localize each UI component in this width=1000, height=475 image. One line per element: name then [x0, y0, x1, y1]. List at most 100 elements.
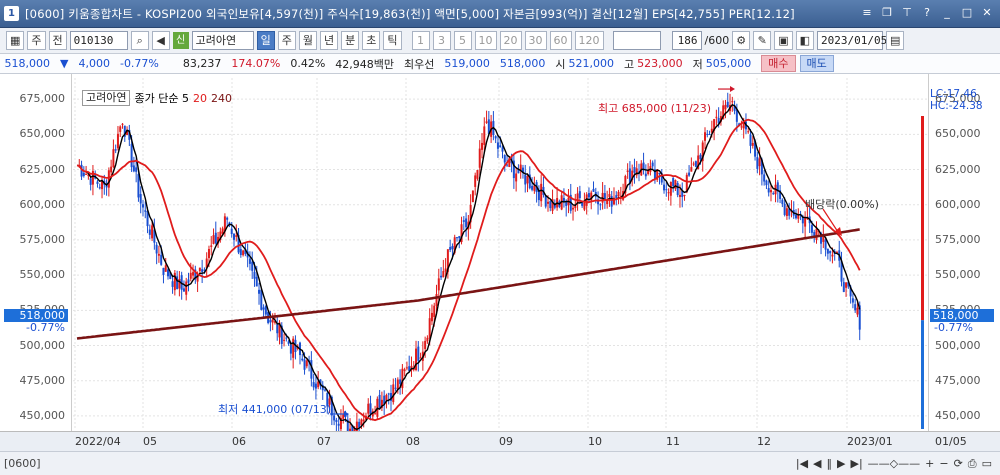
close-icon[interactable]: ✕ — [980, 6, 994, 20]
candle-body — [763, 174, 766, 182]
candle-body — [578, 191, 581, 199]
current-price: 518,000 — [4, 57, 51, 70]
prev-icon[interactable]: ◀ — [813, 457, 821, 471]
app-icon: 1 — [4, 6, 19, 21]
candle-body — [285, 337, 288, 339]
candle-body — [121, 123, 124, 125]
low-annotation: 최저 441,000 (07/13) — [218, 403, 332, 416]
interval-60[interactable]: 60 — [549, 31, 572, 50]
search-icon[interactable]: ⌕ — [130, 31, 149, 50]
first-icon[interactable]: |◀ — [796, 457, 808, 471]
best-bid: 518,000 — [499, 57, 546, 70]
chart-type-select[interactable]: 주 — [27, 31, 46, 50]
tab-month[interactable]: 월 — [298, 31, 318, 50]
candle-body — [795, 214, 798, 219]
candle-body — [405, 367, 408, 369]
zoom-out-icon[interactable]: − — [939, 457, 948, 471]
candle-body — [599, 204, 602, 206]
tab-day[interactable]: 일 — [256, 31, 275, 50]
date-input[interactable]: 2023/01/05 — [817, 31, 887, 50]
interval-20[interactable]: 20 — [499, 31, 522, 50]
lock-icon[interactable]: ◧ — [795, 31, 815, 50]
candle-body — [242, 250, 245, 256]
interval-10[interactable]: 10 — [474, 31, 497, 50]
help-icon[interactable]: ? — [920, 6, 934, 20]
candle-body — [699, 154, 702, 160]
print-icon[interactable]: ⎙ — [968, 457, 977, 471]
zoom-slider[interactable]: ——◇—— — [868, 457, 920, 471]
tab-tick[interactable]: 틱 — [383, 31, 402, 50]
candle-body — [658, 173, 661, 175]
high-label: 고 — [624, 57, 635, 71]
candle-body — [503, 154, 506, 163]
tab-second[interactable]: 초 — [362, 31, 381, 50]
last-icon[interactable]: ▶| — [850, 457, 862, 471]
trade-amount: 42,948백만 — [335, 57, 395, 71]
interval-120[interactable]: 120 — [574, 31, 604, 50]
refresh-icon[interactable]: ⟳ — [954, 457, 963, 471]
x-tick: 01/05 — [935, 435, 967, 448]
candle-body — [531, 185, 534, 190]
interval-3[interactable]: 3 — [432, 31, 451, 50]
candle-body — [715, 116, 718, 118]
candle-body — [856, 307, 859, 315]
best-ask-label: 최우선 — [404, 57, 435, 71]
candle-body — [494, 136, 497, 139]
candle-body — [465, 218, 468, 228]
candle-body — [462, 220, 465, 222]
candle-body — [271, 319, 274, 323]
speaker-icon[interactable]: ◀ — [151, 31, 170, 50]
candle-body — [458, 236, 461, 239]
sell-button[interactable]: 매도 — [799, 55, 834, 72]
right-y-tick: 575,000 — [935, 232, 981, 246]
minimize-icon[interactable]: _ — [940, 6, 954, 20]
interval-5[interactable]: 5 — [453, 31, 472, 50]
candle-body — [399, 379, 402, 384]
interval-1[interactable]: 1 — [411, 31, 430, 50]
grid-icon[interactable]: ▦ — [6, 31, 25, 50]
pin-icon[interactable]: ⊤ — [900, 6, 914, 20]
count-input[interactable]: 186 — [671, 31, 702, 50]
settings-icon[interactable]: ⚙ — [732, 31, 751, 50]
range-bar-down — [921, 320, 924, 429]
candle-body — [758, 158, 761, 167]
zoom-in-icon[interactable]: + — [925, 457, 934, 471]
restore-icon[interactable]: ❐ — [880, 6, 894, 20]
legend-stock-name[interactable]: 고려아연 — [82, 90, 131, 106]
window-list-icon[interactable]: ▭ — [982, 457, 992, 471]
candle-body — [157, 253, 160, 256]
best-ask: 519,000 — [444, 57, 490, 70]
low-price: 505,000 — [705, 57, 752, 70]
menu-icon[interactable]: ≡ — [860, 6, 874, 20]
save-icon[interactable]: ▣ — [774, 31, 793, 50]
chart-canvas[interactable] — [0, 74, 1000, 434]
next-icon[interactable]: ▶ — [837, 457, 845, 471]
candle-body — [785, 208, 788, 216]
stock-code-input[interactable]: 010130 — [69, 31, 128, 50]
candle-body — [672, 178, 675, 187]
right-y-tick: 475,000 — [935, 373, 981, 387]
candle-body — [269, 320, 272, 323]
tab-week[interactable]: 주 — [277, 31, 296, 50]
candle-body — [289, 344, 292, 354]
period-select[interactable]: 전 — [48, 31, 67, 50]
candle-body — [688, 172, 691, 176]
candle-body — [587, 193, 590, 198]
candle-body — [824, 239, 827, 250]
draw-icon[interactable]: ✎ — [753, 31, 772, 50]
candle-body — [756, 157, 759, 169]
candle-body — [651, 162, 654, 167]
calendar-icon[interactable]: ▤ — [886, 31, 905, 50]
buy-button[interactable]: 매수 — [761, 55, 796, 72]
high-arrowhead — [730, 86, 735, 93]
tab-year[interactable]: 년 — [320, 31, 339, 50]
maximize-icon[interactable]: □ — [960, 6, 974, 20]
interval-custom-input[interactable] — [612, 31, 661, 50]
interval-30[interactable]: 30 — [524, 31, 547, 50]
tab-minute[interactable]: 분 — [341, 31, 360, 50]
candle-body — [148, 229, 151, 235]
chart-navigation: |◀ ◀ ‖ ▶ ▶| ——◇—— + − ⟳ ⎙ ▭ — [796, 457, 992, 471]
pause-icon[interactable]: ‖ — [827, 457, 833, 471]
candle-body — [262, 307, 265, 310]
price-chart[interactable]: 675,000 650,000 625,000 600,000 575,000 550,0… — [0, 74, 1000, 451]
